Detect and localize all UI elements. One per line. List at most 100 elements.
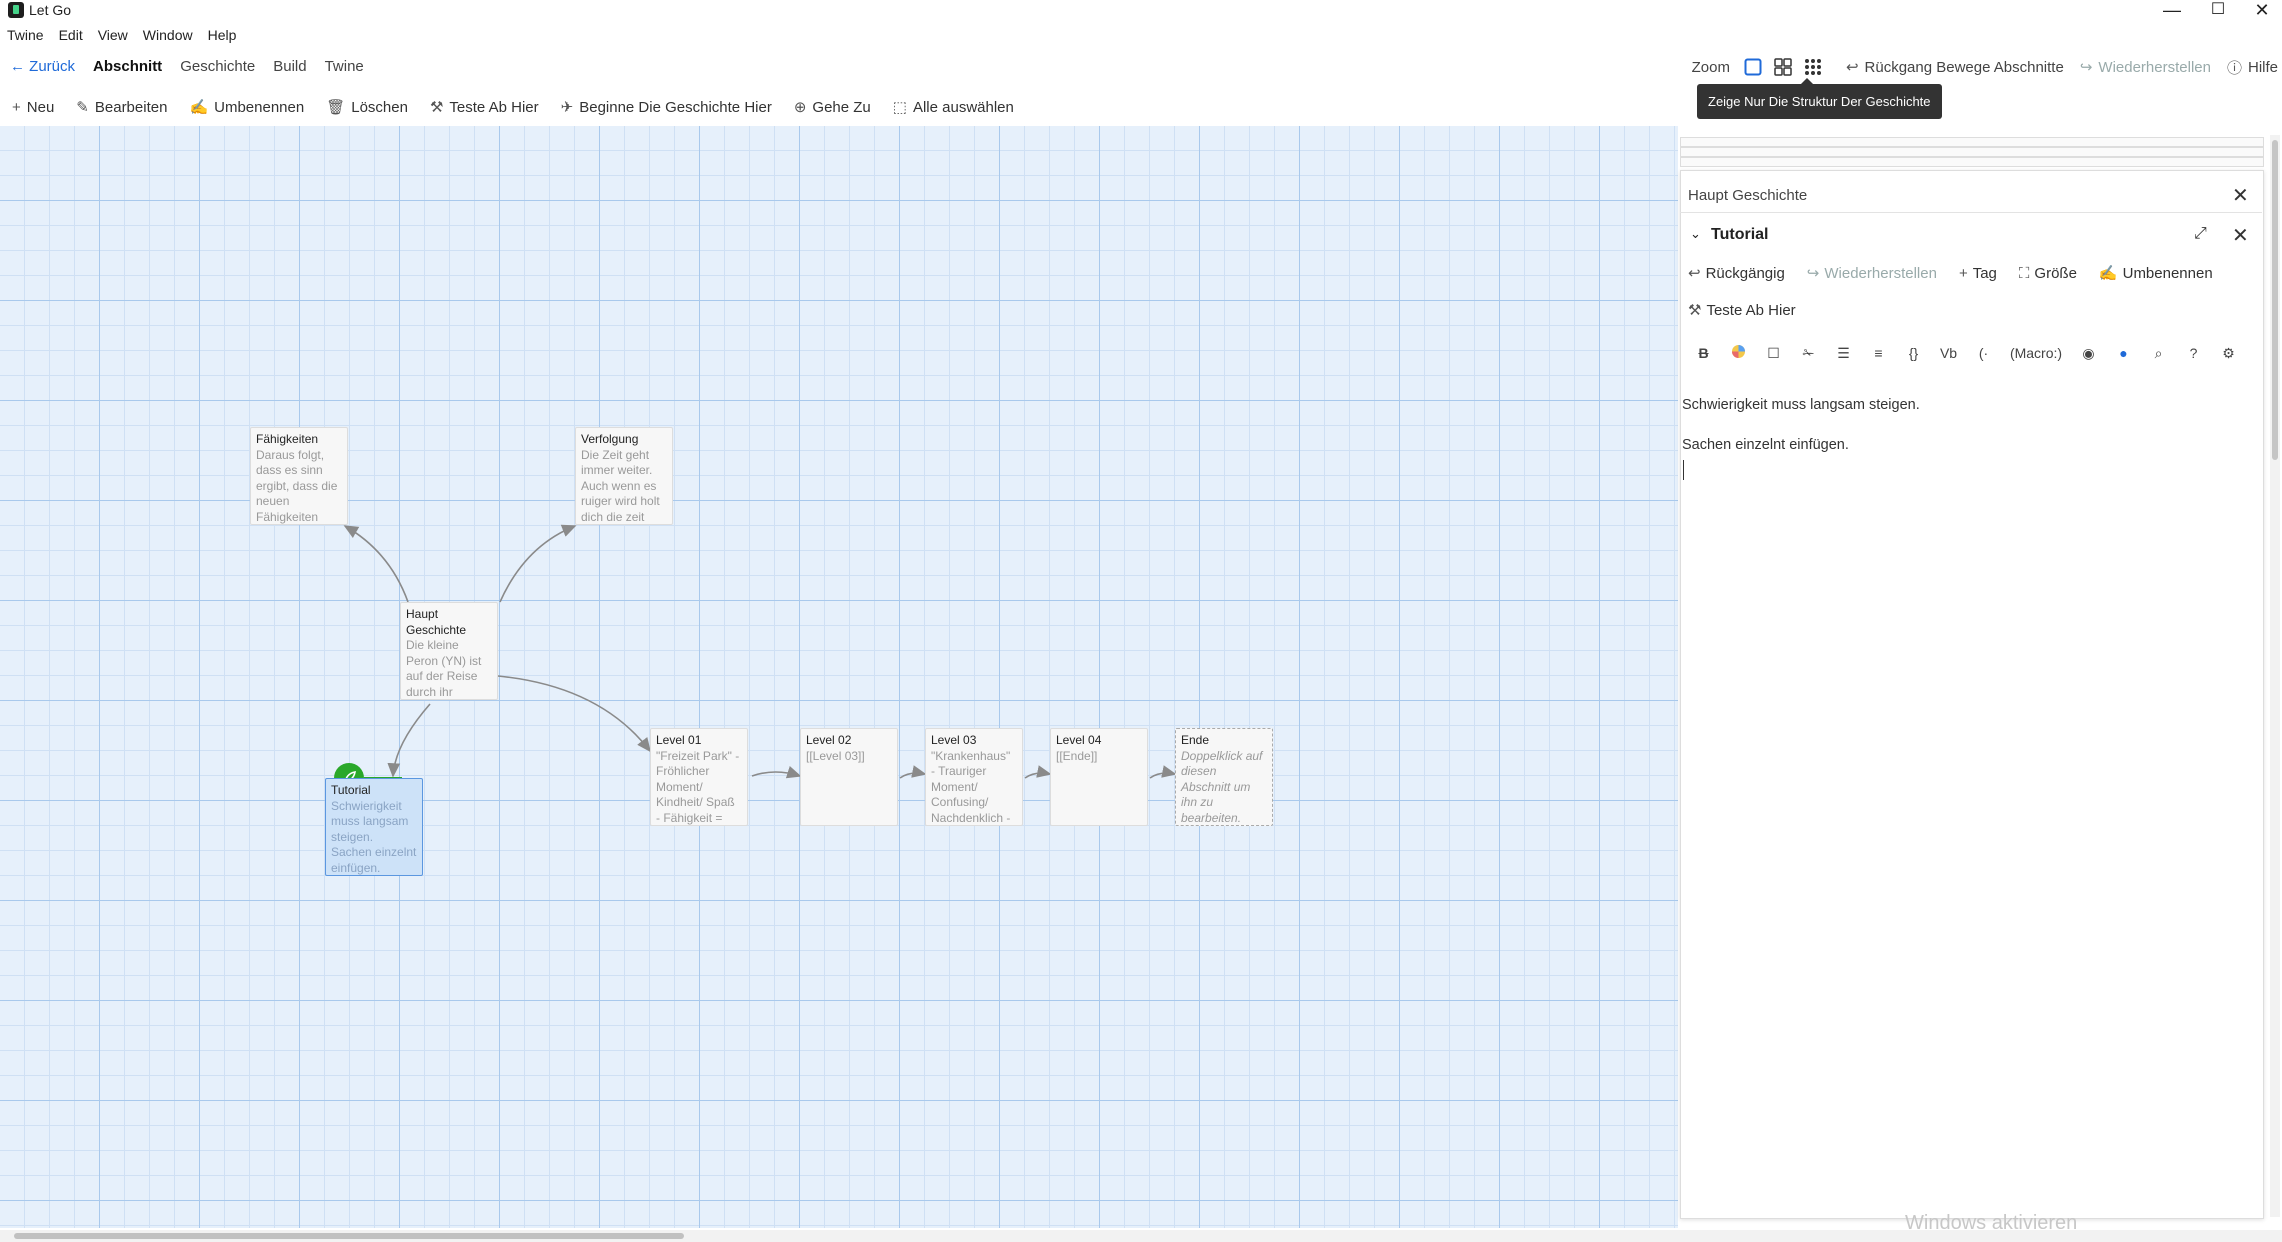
passage-excerpt: Daraus folgt, dass es sinn ergibt, dass … [256,447,338,524]
variable-icon[interactable]: Vb [1931,345,1966,361]
redo-label: Wiederherstellen [2098,58,2211,76]
new-label: Neu [26,98,55,116]
passage-text-line: Sachen einzelnt einfügen. [1682,437,1849,453]
zoom-full-button[interactable] [1742,56,1764,78]
passage-card-ende[interactable]: Ende Doppelklick auf diesen Abschnitt um… [1175,728,1273,826]
start-story-here-button[interactable]: ✈ Beginne Die Geschichte Hier [549,98,782,117]
zoom-medium-button[interactable] [1772,56,1794,78]
passage-title: Tutorial [331,783,371,797]
select-all-button[interactable]: ⬚ Alle auswählen [881,98,1024,117]
search-icon[interactable]: ⌕ [2141,345,2176,362]
story-dialog-title[interactable]: Haupt Geschichte [1688,187,1807,204]
delete-passage-button[interactable]: 🗑 Löschen [314,98,418,117]
hook-icon[interactable]: (· [1966,345,2001,361]
menu-view[interactable]: View [91,24,136,46]
macro-button[interactable]: (Macro:) [2001,345,2071,361]
edit-passage-button[interactable]: ✎ Bearbeiten [64,98,177,117]
passage-title: Haupt Geschichte [406,607,467,637]
tool-icon: ⚒ [1688,302,1702,319]
maximize-button[interactable]: ☐ [2196,0,2240,22]
passage-links [343,524,1177,779]
passage-title: Ende [1181,733,1210,747]
expand-dialog-icon[interactable]: ⤢ [2194,225,2207,243]
add-tag-button[interactable]: + Tag [1959,264,1997,282]
zoom-structure-button[interactable] [1802,56,1824,78]
menu-edit[interactable]: Edit [52,24,91,46]
redo-button[interactable]: ↪ Wiederherstellen [2072,58,2219,77]
tab-geschichte[interactable]: Geschichte [171,52,264,82]
close-passage-dialog-icon[interactable]: ✕ [2232,223,2249,248]
text-style-icon[interactable]: B [1686,345,1721,361]
align-icon[interactable]: ≡ [1861,345,1896,361]
braces-icon[interactable]: {} [1896,345,1931,361]
list-icon[interactable]: ☰ [1826,345,1861,362]
passage-card-faehigkeiten[interactable]: Fähigkeiten Daraus folgt, dass es sinn e… [250,427,348,525]
close-story-dialog-icon[interactable]: ✕ [2232,183,2249,208]
tab-twine[interactable]: Twine [316,52,373,82]
back-button[interactable]: ← Zurück [0,52,84,82]
link-haupt-verfolgung [499,524,577,603]
passage-text-line: Schwierigkeit muss langsam steigen. [1682,397,1920,413]
right-toolbar: Zoom ↩ Rückgang Bewege Abschnitte ↪ Wied… [1684,52,2282,82]
resize-icon: ⛶ [2018,264,2030,282]
rename-icon: ✍ [2098,265,2118,282]
dialog-redo-label: Wiederherstellen [1824,264,1937,282]
border-box-icon[interactable]: ☐ [1756,345,1791,362]
story-map-canvas[interactable]: Fähigkeiten Daraus folgt, dass es sinn e… [0,126,1678,1228]
edit-label: Bearbeiten [94,98,168,116]
close-button[interactable]: ✕ [2240,0,2282,22]
trash-icon: 🗑 [326,99,346,116]
test-from-here-button[interactable]: ⚒ Teste Ab Hier [418,98,549,117]
dialog-undo-button[interactable]: ↩ Rückgängig [1688,264,1785,283]
passage-card-level-04[interactable]: Level 04 [[Ende]] [1050,728,1148,826]
plus-icon: + [12,98,21,116]
dialog-redo-button[interactable]: ↪ Wiederherstellen [1806,264,1937,283]
passage-card-tutorial[interactable]: Tutorial Schwierigkeit muss langsam stei… [325,778,423,876]
passage-dialog-title: Tutorial [1711,226,1769,243]
dialog-test-from-here-button[interactable]: ⚒ Teste Ab Hier [1688,301,1796,320]
undo-move-button[interactable]: ↩ Rückgang Bewege Abschnitte [1838,58,2072,77]
menubar: Twine Edit View Window Help [0,24,244,46]
help-button[interactable]: ⓘ Hilfe [2219,57,2282,78]
passage-card-haupt-geschichte[interactable]: Haupt Geschichte Die kleine Peron (YN) i… [400,602,498,700]
eye-icon[interactable]: ◉ [2071,345,2106,362]
passage-card-verfolgung[interactable]: Verfolgung Die Zeit geht immer weiter. A… [575,427,673,525]
link-level04-ende [1149,765,1177,779]
menu-window[interactable]: Window [136,24,201,46]
special-chars-icon[interactable]: ✁ [1791,345,1826,362]
size-button[interactable]: ⛶ Größe [2019,264,2077,282]
rocket-icon: ✈ [560,99,574,116]
gear-icon[interactable]: ⚙ [2211,345,2246,362]
select-all-label: Alle auswählen [912,98,1014,116]
link-haupt-tutorial [387,703,431,778]
color-wheel-icon[interactable] [1721,344,1756,362]
menu-help[interactable]: Help [201,24,245,46]
dialog-scrollbar-thumb[interactable] [2272,140,2278,460]
rename-passage-button[interactable]: ✍ Umbenennen [177,98,314,117]
passage-card-level-01[interactable]: Level 01 "Freizeit Park" - Fröhlicher Mo… [650,728,748,826]
dialog-rename-button[interactable]: ✍ Umbenennen [2098,264,2213,283]
link-level01-level02 [751,766,802,779]
passage-text-editor[interactable]: Schwierigkeit muss langsam steigen. Sach… [1682,385,1920,465]
new-passage-button[interactable]: + Neu [0,99,64,116]
passage-excerpt: Die Zeit geht immer weiter. Auch wenn es… [581,447,660,524]
square-icon [1744,58,1762,76]
comment-bubble-icon[interactable]: ● [2106,345,2141,361]
passage-title: Level 04 [1056,733,1102,747]
horizontal-scrollbar-thumb[interactable] [14,1233,684,1239]
menu-twine[interactable]: Twine [0,24,52,46]
help-circle-icon: ⓘ [2226,59,2242,77]
question-icon[interactable]: ? [2176,345,2211,361]
go-to-button[interactable]: ⊕ Gehe Zu [782,98,881,117]
tab-abschnitt[interactable]: Abschnitt [84,52,171,82]
tab-build[interactable]: Build [264,52,315,82]
help-label: Hilfe [2247,58,2278,76]
passage-card-level-02[interactable]: Level 02 [[Level 03]] [800,728,898,826]
window-titlebar [0,0,2282,22]
dialog-test-from-here-label: Teste Ab Hier [1706,301,1796,319]
redo-icon: ↪ [1806,265,1820,282]
minimize-button[interactable]: — [2150,0,2194,22]
link-haupt-level01 [497,675,651,753]
chevron-down-icon[interactable]: ⌄ [1690,226,1701,242]
passage-card-level-03[interactable]: Level 03 "Krankenhaus" - Trauriger Momen… [925,728,1023,826]
